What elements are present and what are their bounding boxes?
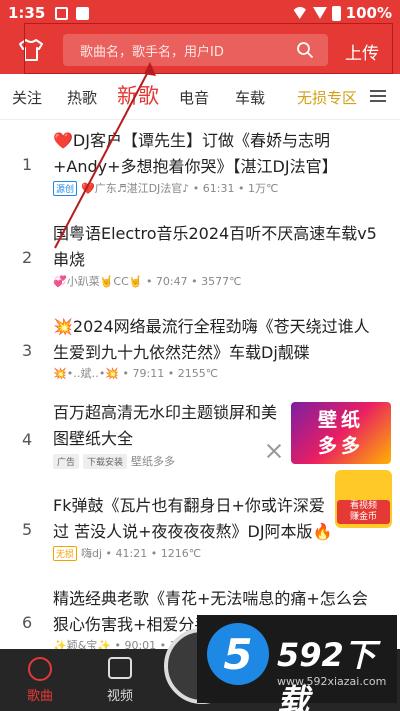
meta-text: ✨颖&宝✨ • 90:01 • 1: [53, 639, 177, 649]
meta-text: ❤️广东♬湛江DJ法官♪ • 61:31 • 1万℃: [81, 182, 279, 195]
meta-text: 💥•‥斌‥•💥 • 79:11 • 2155℃: [53, 367, 219, 380]
song-meta: 无损 嗨dj • 41:21 • 1216℃: [53, 545, 201, 561]
tab-new[interactable]: 新歌: [117, 80, 159, 110]
song-meta: 💥•‥斌‥•💥 • 79:11 • 2155℃: [53, 365, 218, 381]
nav-videos-label: 视频: [106, 689, 133, 704]
music-disc-icon: [28, 657, 52, 681]
rank-number: 5: [22, 520, 33, 539]
rank-number: 2: [22, 248, 33, 267]
signal-icon: [312, 7, 327, 19]
list-item[interactable]: 3 💥2024网络最流行全程劲嗨《苍天绕过谁人生爱到九十九依然茫然》车载Dj靓碟…: [0, 311, 400, 386]
status-time: 1:35: [8, 4, 46, 22]
menu-icon[interactable]: [370, 90, 386, 102]
watermark-logo: 5: [207, 623, 269, 685]
ad-title: 百万超高清无水印主题锁屏和美图壁纸大全: [53, 403, 278, 448]
wifi-icon: [291, 7, 308, 19]
original-tag: 源创: [53, 180, 78, 196]
nav-songs-label: 歌曲: [26, 689, 53, 704]
song-title: Fk弹鼓《瓦片也有翻身日+你或许深爱过 苦没人说+夜夜夜夜熬》DJ阿本版🔥: [53, 496, 333, 541]
song-title: ❤️DJ客户【谭先生】订做《春娇与志明+Andy+多想抱着你哭》【湛江DJ法官】: [53, 131, 338, 176]
app-notification-icon: [76, 6, 90, 20]
rank-number: 3: [22, 341, 33, 360]
ad-meta: 广告 下载安装 壁纸多多: [53, 453, 175, 469]
meta-text: 嗨dj • 41:21 • 1216℃: [81, 547, 202, 560]
download-tag[interactable]: 下载安装: [83, 453, 128, 469]
ad-image[interactable]: 壁纸 多多: [291, 402, 391, 464]
lossless-tag: 无损: [53, 545, 78, 561]
earn-coins-label: 看视频 赚金币: [337, 500, 390, 524]
meta-text: 💞小趴菜🤘CC🤘 • 70:47 • 3577℃: [53, 275, 242, 288]
tab-hot[interactable]: 热歌: [67, 87, 97, 108]
earn-coins-label-1: 看视频: [349, 501, 377, 511]
rank-number: 6: [22, 613, 33, 632]
ad-source: 壁纸多多: [131, 455, 176, 468]
video-icon: [108, 657, 132, 679]
song-meta: ✨颖&宝✨ • 90:01 • 1: [53, 637, 177, 649]
list-item[interactable]: 1 ❤️DJ客户【谭先生】订做《春娇与志明+Andy+多想抱着你哭》【湛江DJ法…: [0, 125, 400, 200]
site-watermark: 5 592下载 www.592xiazai.com: [197, 615, 397, 711]
tab-follow[interactable]: 关注: [12, 87, 42, 108]
tab-lossless[interactable]: 无损专区: [297, 87, 357, 108]
nav-videos[interactable]: 视频: [95, 657, 145, 704]
tab-electronic[interactable]: 电音: [179, 87, 209, 108]
ad-image-text-2: 多多: [317, 435, 364, 457]
song-meta: 💞小趴菜🤘CC🤘 • 70:47 • 3577℃: [53, 273, 241, 289]
battery-icon: [331, 5, 341, 21]
earn-coins-button[interactable]: 看视频 赚金币: [335, 470, 392, 528]
list-item[interactable]: 2 国粤语Electro音乐2024百听不厌高速车载v5串烧 💞小趴菜🤘CC🤘 …: [0, 218, 400, 293]
ad-image-text-1: 壁纸: [317, 409, 364, 431]
battery-level: 100%: [345, 4, 392, 22]
close-ad-icon[interactable]: [265, 442, 283, 460]
watermark-url: www.592xiazai.com: [277, 675, 387, 688]
nav-songs[interactable]: 歌曲: [15, 657, 65, 704]
category-tabs: 关注 热歌 新歌 电音 车载 无损专区: [0, 74, 400, 120]
earn-coins-label-2: 赚金币: [349, 512, 377, 522]
watermark-title: 592下载: [277, 636, 376, 711]
song-title: 💥2024网络最流行全程劲嗨《苍天绕过谁人生爱到九十九依然茫然》车载Dj靓碟: [53, 317, 370, 362]
song-title: 国粤语Electro音乐2024百听不厌高速车载v5串烧: [53, 224, 377, 269]
tab-car[interactable]: 车载: [235, 87, 265, 108]
notification-icon: [55, 6, 69, 20]
rank-number: 4: [22, 430, 33, 449]
song-meta: 源创 ❤️广东♬湛江DJ法官♪ • 61:31 • 1万℃: [53, 180, 278, 196]
ad-tag: 广告: [53, 453, 80, 469]
rank-number: 1: [22, 155, 33, 174]
highlight-box: [24, 23, 393, 74]
